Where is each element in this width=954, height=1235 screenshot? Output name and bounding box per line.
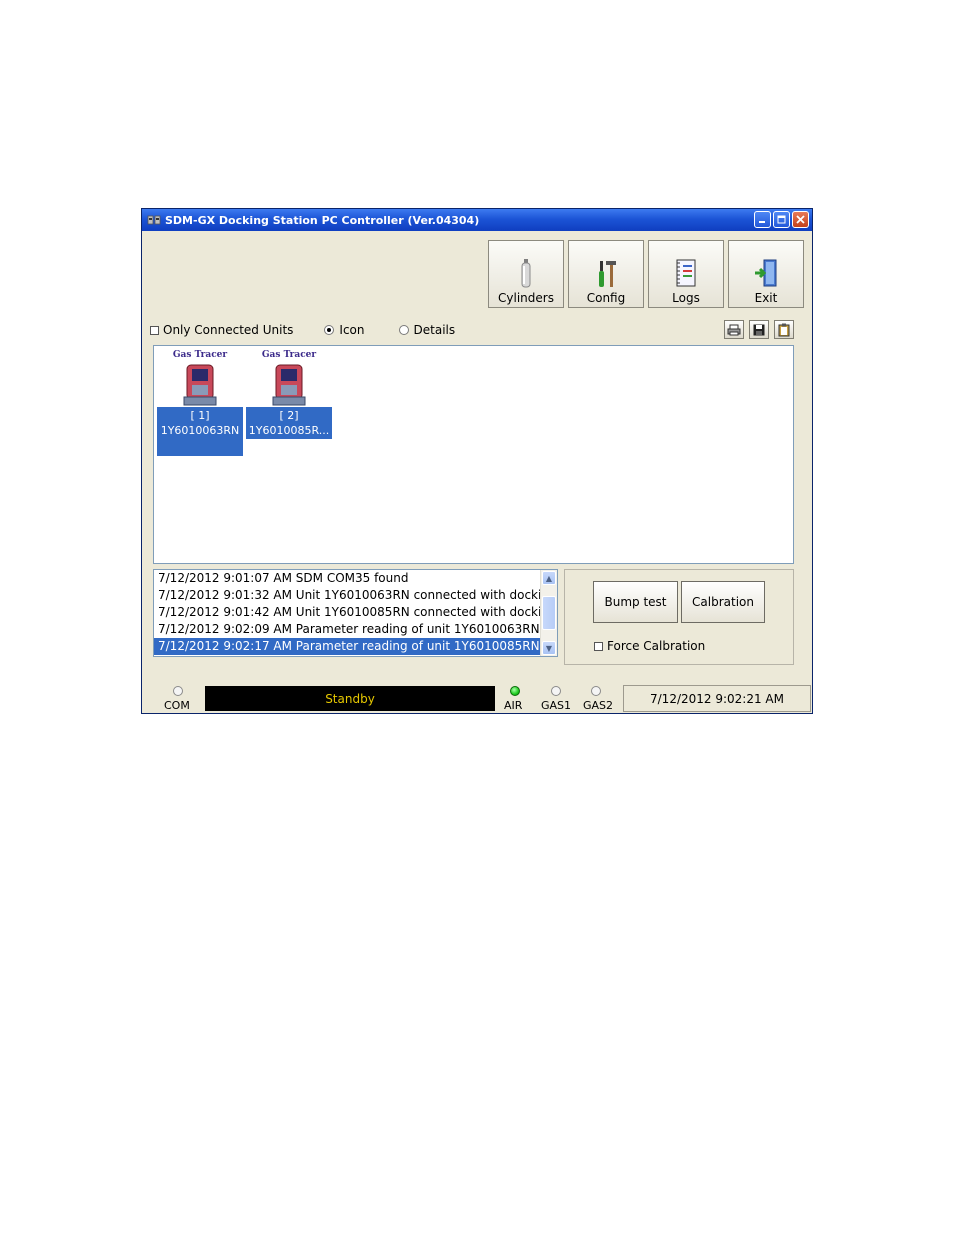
scroll-up-icon[interactable]: ▲ — [542, 571, 556, 585]
unit-item[interactable]: Gas Tracer [ 1] 1Y6010063RN — [157, 350, 243, 456]
exit-door-icon — [755, 259, 777, 287]
logs-button[interactable]: Logs — [648, 240, 724, 308]
com-indicator — [173, 686, 183, 696]
log-line[interactable]: 7/12/2012 9:01:42 AM Unit 1Y6010085RN co… — [154, 604, 542, 621]
gas2-label: GAS2 — [583, 699, 614, 712]
tools-icon — [599, 261, 616, 287]
gas-detector-icon — [272, 364, 306, 406]
exit-label: Exit — [754, 291, 778, 305]
logbook-icon — [676, 259, 696, 287]
app-window: SDM-GX Docking Station PC Controller (Ve… — [141, 208, 813, 714]
standby-display: Standby — [205, 686, 495, 711]
status-clock: 7/12/2012 9:02:21 AM — [623, 685, 811, 712]
gas1-indicator — [551, 686, 561, 696]
air-indicator — [510, 686, 520, 696]
maximize-icon — [777, 215, 786, 224]
scroll-down-icon[interactable]: ▼ — [542, 641, 556, 655]
unit-item[interactable]: Gas Tracer [ 2] 1Y6010085R... — [246, 350, 332, 439]
save-button[interactable] — [749, 320, 769, 339]
print-button[interactable] — [724, 320, 744, 339]
only-connected-label: Only Connected Units — [163, 323, 294, 337]
details-view-radio[interactable] — [398, 325, 409, 335]
logs-label: Logs — [672, 291, 700, 305]
status-bar: COM Standby AIR GAS1 GAS2 7/12/2012 9:02… — [142, 683, 812, 713]
unit-serial: 1Y6010063RN — [160, 424, 240, 437]
config-label: Config — [586, 291, 626, 305]
view-options: Only Connected Units Icon Details — [150, 323, 455, 337]
unit-serial: 1Y6010085R... — [248, 424, 330, 437]
force-calibration-checkbox[interactable] — [594, 641, 603, 651]
window-title: SDM-GX Docking Station PC Controller (Ve… — [165, 213, 480, 227]
event-log[interactable]: 7/12/2012 9:01:07 AM SDM COM35 found 7/1… — [153, 569, 558, 657]
bump-test-button[interactable]: Bump test — [593, 581, 678, 623]
log-line[interactable]: 7/12/2012 9:01:32 AM Unit 1Y6010063RN co… — [154, 587, 542, 604]
log-scrollbar[interactable]: ▲ ▼ — [540, 570, 557, 656]
air-label: AIR — [504, 699, 523, 712]
print-icon — [727, 324, 741, 335]
cylinders-label: Cylinders — [498, 291, 554, 305]
calibration-button[interactable]: Calbration — [681, 581, 765, 623]
scroll-thumb[interactable] — [542, 596, 556, 630]
gas-cylinder-icon — [521, 259, 531, 288]
cylinders-button[interactable]: Cylinders — [488, 240, 564, 308]
icon-view-label: Icon — [339, 323, 365, 337]
log-line[interactable]: 7/12/2012 9:02:09 AM Parameter reading o… — [154, 621, 542, 638]
force-calibration-label: Force Calbration — [607, 639, 706, 653]
exit-button[interactable]: Exit — [728, 240, 804, 308]
unit-model: Gas Tracer — [172, 350, 228, 360]
log-line-selected[interactable]: 7/12/2012 9:02:17 AM Parameter reading o… — [154, 638, 542, 655]
only-connected-checkbox[interactable] — [150, 325, 159, 335]
gas1-label: GAS1 — [541, 699, 572, 712]
log-line[interactable]: 7/12/2012 9:01:07 AM SDM COM35 found — [154, 570, 542, 587]
com-label: COM — [164, 699, 190, 712]
minimize-icon — [759, 221, 765, 223]
clipboard-button[interactable] — [774, 320, 794, 339]
units-pane[interactable]: Gas Tracer [ 1] 1Y6010063RN Gas Tracer [… — [153, 345, 794, 564]
clipboard-icon — [778, 323, 790, 336]
save-icon — [753, 324, 765, 335]
gas2-indicator — [591, 686, 601, 696]
close-button[interactable] — [792, 211, 809, 228]
unit-model: Gas Tracer — [261, 350, 317, 360]
gas-detector-icon — [183, 364, 217, 406]
icon-view-radio[interactable] — [324, 325, 335, 335]
close-icon — [796, 215, 805, 224]
minimize-button[interactable] — [754, 211, 771, 228]
details-view-label: Details — [413, 323, 456, 337]
unit-slot: [ 2] — [279, 409, 299, 422]
title-bar[interactable]: SDM-GX Docking Station PC Controller (Ve… — [142, 209, 812, 231]
unit-slot: [ 1] — [190, 409, 210, 422]
maximize-button[interactable] — [773, 211, 790, 228]
config-button[interactable]: Config — [568, 240, 644, 308]
test-actions-panel: Bump test Calbration Force Calbration — [564, 569, 794, 665]
app-icon — [147, 215, 161, 225]
